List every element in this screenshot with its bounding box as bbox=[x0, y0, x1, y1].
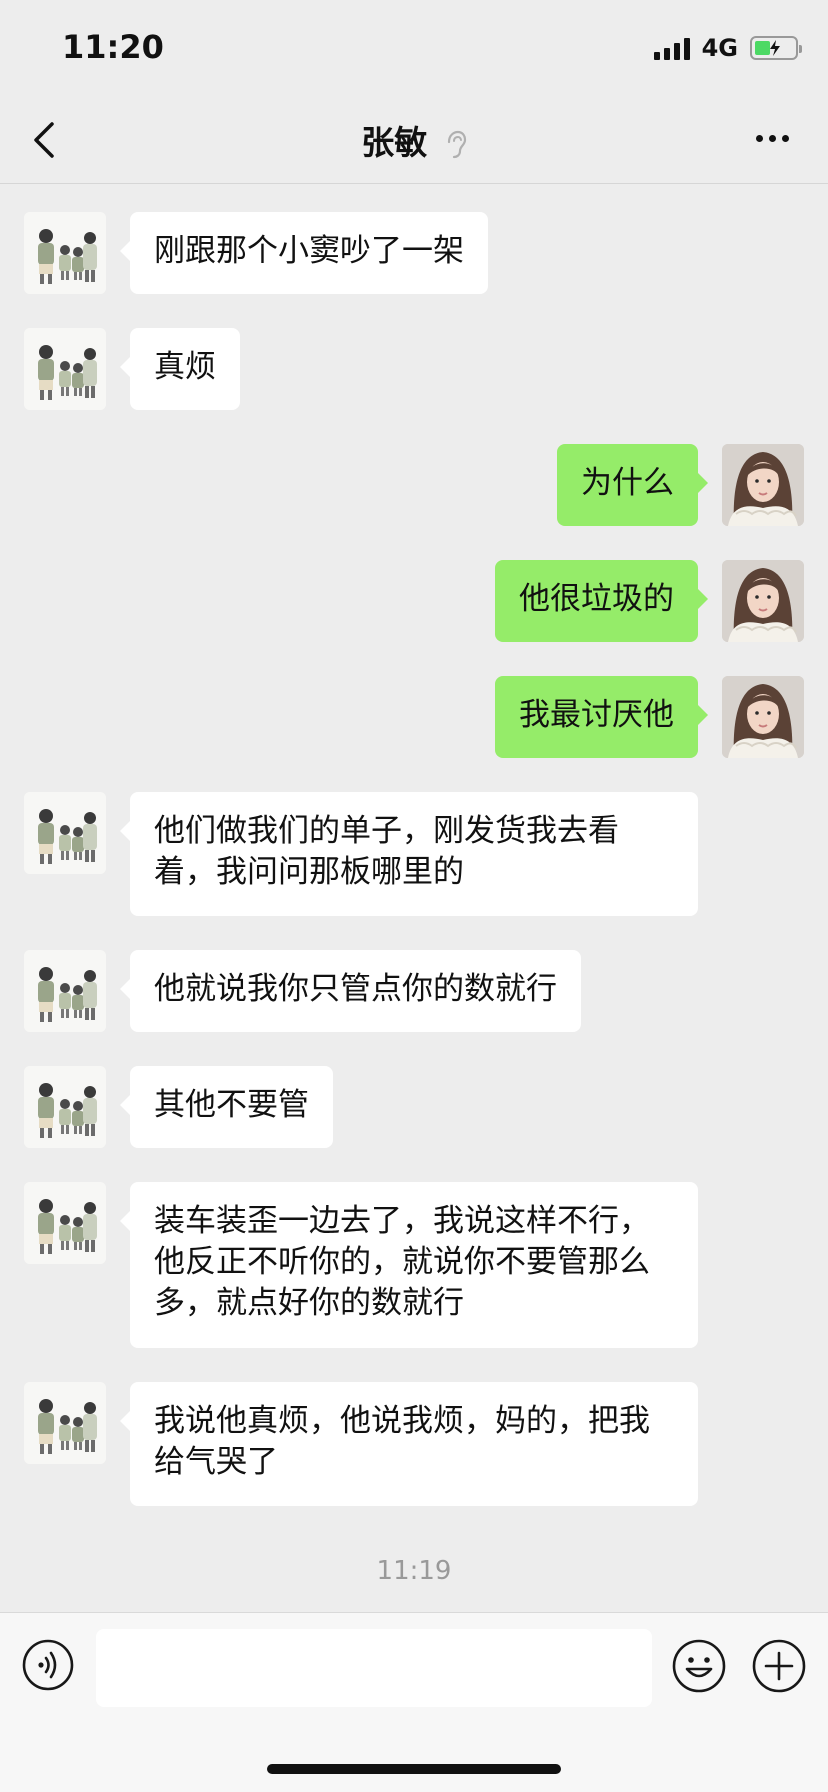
emoji-button[interactable] bbox=[672, 1639, 726, 1693]
voice-icon bbox=[22, 1639, 74, 1691]
chat-header: 张敏 bbox=[0, 96, 828, 184]
home-indicator[interactable] bbox=[267, 1764, 561, 1774]
status-indicators: 4G bbox=[653, 34, 802, 62]
contact-avatar[interactable] bbox=[24, 950, 106, 1032]
user-avatar[interactable] bbox=[722, 560, 804, 642]
message-bubble[interactable]: 装车装歪一边去了，我说这样不行，他反正不听你的，就说你不要管那么多，就点好你的数… bbox=[120, 1182, 698, 1348]
contact-avatar[interactable] bbox=[24, 1382, 106, 1464]
contact-avatar[interactable] bbox=[24, 328, 106, 410]
voice-button[interactable] bbox=[22, 1639, 74, 1691]
message-bubble[interactable]: 真烦 bbox=[120, 328, 240, 410]
contact-avatar[interactable] bbox=[24, 792, 106, 874]
message-bubble[interactable]: 其他不要管 bbox=[120, 1066, 333, 1148]
message-input[interactable] bbox=[96, 1629, 652, 1707]
message-bubble[interactable]: 他们做我们的单子，刚发货我去看着，我问问那板哪里的 bbox=[120, 792, 698, 916]
ear-icon bbox=[447, 130, 466, 158]
message-bubble[interactable]: 我说他真烦，他说我烦，妈的，把我给气哭了 bbox=[120, 1382, 698, 1506]
more-dots-icon bbox=[756, 134, 763, 142]
add-button[interactable] bbox=[752, 1639, 806, 1693]
message-bubble[interactable]: 他就说我你只管点你的数就行 bbox=[120, 950, 581, 1032]
message-bubble[interactable]: 我最讨厌他 bbox=[495, 676, 708, 758]
plus-icon bbox=[752, 1639, 806, 1693]
network-label: 4G bbox=[701, 34, 738, 62]
message-timestamp: 11:19 bbox=[376, 1556, 452, 1586]
status-time: 11:20 bbox=[62, 28, 164, 66]
user-avatar[interactable] bbox=[722, 444, 804, 526]
contact-name: 张敏 bbox=[361, 123, 428, 162]
more-button[interactable] bbox=[756, 132, 796, 144]
status-bar: 11:20 4G bbox=[0, 0, 828, 96]
signal-icon bbox=[653, 36, 690, 60]
contact-avatar[interactable] bbox=[24, 212, 106, 294]
message-bubble[interactable]: 他很垃圾的 bbox=[495, 560, 708, 642]
battery-icon bbox=[750, 36, 802, 60]
contact-avatar[interactable] bbox=[24, 1182, 106, 1264]
chat-title: 张敏 bbox=[0, 116, 828, 164]
user-avatar[interactable] bbox=[722, 676, 804, 758]
message-bubble[interactable]: 刚跟那个小窦吵了一架 bbox=[120, 212, 488, 294]
message-bubble[interactable]: 为什么 bbox=[557, 444, 708, 526]
contact-avatar[interactable] bbox=[24, 1066, 106, 1148]
emoji-icon bbox=[672, 1639, 726, 1693]
